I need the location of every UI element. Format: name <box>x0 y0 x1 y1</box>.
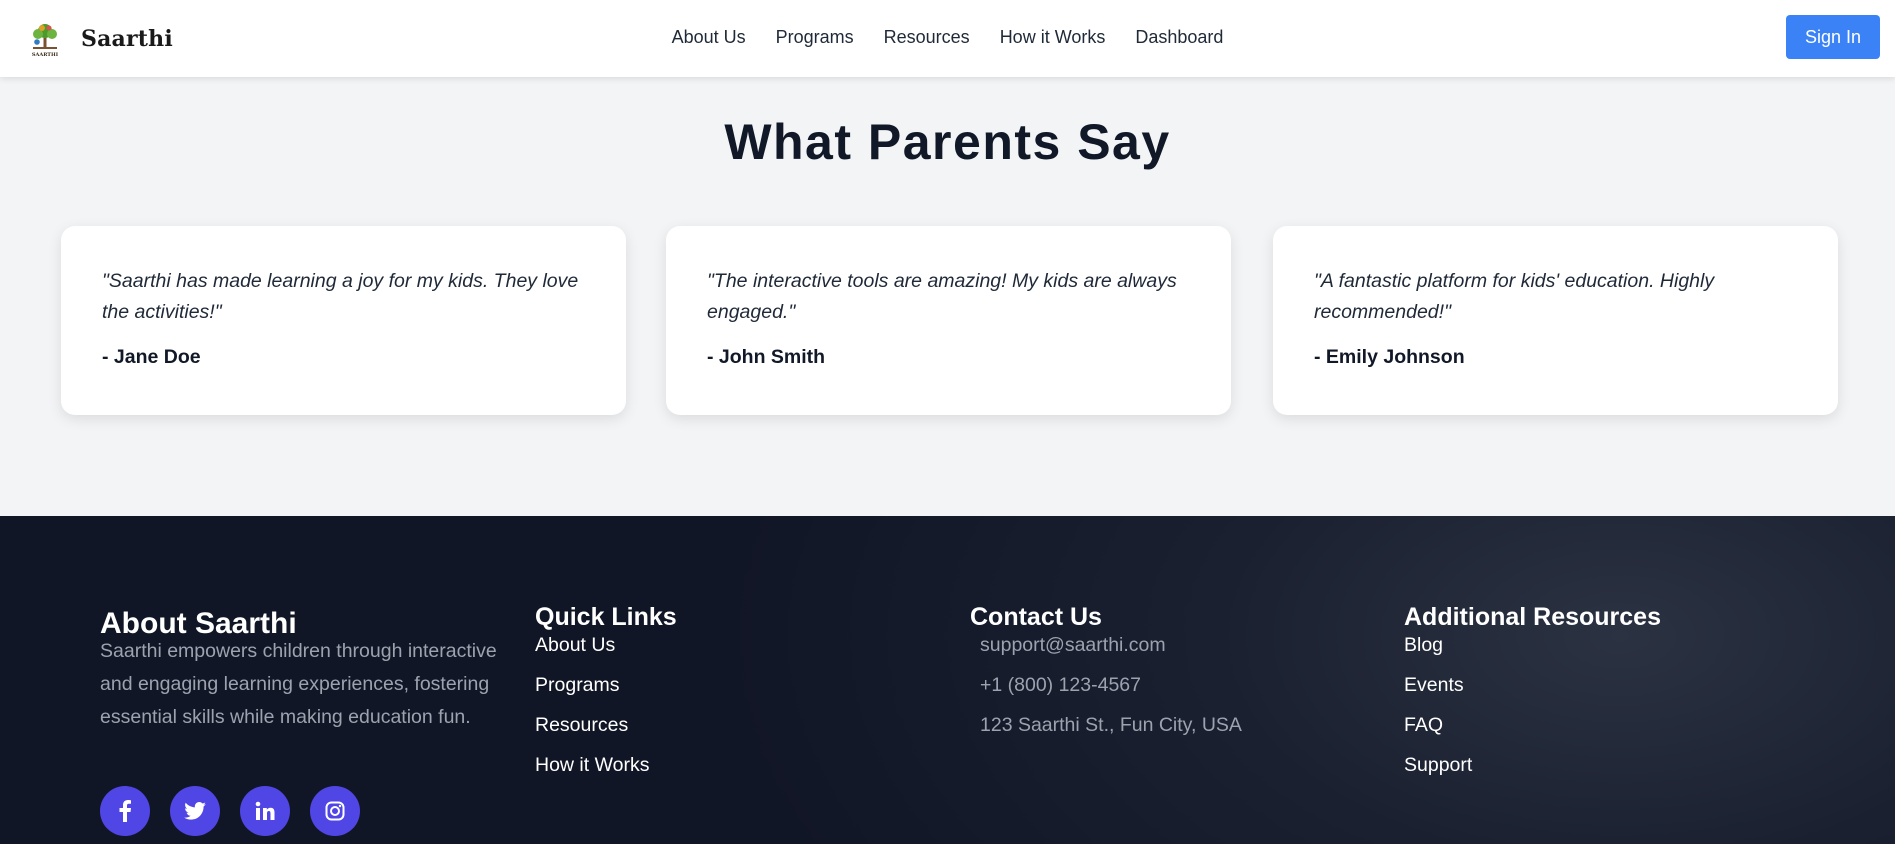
linkedin-icon <box>255 801 275 820</box>
contact-phone: +1 (800) 123-4567 <box>980 674 1141 696</box>
nav-resources[interactable]: Resources <box>884 27 970 48</box>
nav-programs[interactable]: Programs <box>776 27 854 48</box>
section-title: What Parents Say <box>724 114 1171 170</box>
site-footer: About Saarthi Saarthi empowers children … <box>0 516 1895 844</box>
facebook-icon <box>119 800 131 822</box>
testimonial-author: - Emily Johnson <box>1314 346 1465 368</box>
footer-quick-links: About Us Programs Resources How it Works <box>535 633 650 793</box>
instagram-icon <box>325 801 345 821</box>
linkedin-button[interactable] <box>240 786 290 836</box>
footer-link-support[interactable]: Support <box>1404 753 1472 777</box>
contact-address: 123 Saarthi St., Fun City, USA <box>980 714 1242 736</box>
twitter-icon <box>184 802 206 820</box>
testimonial-author: - Jane Doe <box>102 346 201 368</box>
social-links <box>100 786 360 836</box>
contact-email: support@saarthi.com <box>980 634 1166 656</box>
footer-link-faq[interactable]: FAQ <box>1404 713 1472 737</box>
testimonial-card: "Saarthi has made learning a joy for my … <box>61 226 626 415</box>
testimonial-quote: "Saarthi has made learning a joy for my … <box>102 270 579 323</box>
footer-contact-list: support@saarthi.com +1 (800) 123-4567 12… <box>970 633 1242 753</box>
nav-how-it-works[interactable]: How it Works <box>1000 27 1106 48</box>
main-nav: About Us Programs Resources How it Works… <box>0 0 1895 74</box>
footer-resources-title: Additional Resources <box>1404 603 1661 631</box>
facebook-button[interactable] <box>100 786 150 836</box>
footer-resources-list: Blog Events FAQ Support <box>1404 633 1472 793</box>
testimonial-card: "A fantastic platform for kids' educatio… <box>1273 226 1838 415</box>
footer-link-blog[interactable]: Blog <box>1404 633 1472 657</box>
footer-link-events[interactable]: Events <box>1404 673 1472 697</box>
twitter-button[interactable] <box>170 786 220 836</box>
footer-link-programs[interactable]: Programs <box>535 673 650 697</box>
sign-in-button[interactable]: Sign In <box>1786 15 1880 59</box>
footer-contact-title: Contact Us <box>970 603 1102 631</box>
testimonial-quote: "The interactive tools are amazing! My k… <box>707 270 1177 323</box>
footer-link-resources[interactable]: Resources <box>535 713 650 737</box>
testimonial-card: "The interactive tools are amazing! My k… <box>666 226 1231 415</box>
nav-dashboard[interactable]: Dashboard <box>1135 27 1223 48</box>
footer-about-text: Saarthi empowers children through intera… <box>100 640 497 728</box>
instagram-button[interactable] <box>310 786 360 836</box>
nav-about-us[interactable]: About Us <box>672 27 746 48</box>
footer-link-about-us[interactable]: About Us <box>535 633 650 657</box>
testimonial-author: - John Smith <box>707 346 826 368</box>
footer-link-how-it-works[interactable]: How it Works <box>535 753 650 777</box>
testimonial-quote: "A fantastic platform for kids' educatio… <box>1314 270 1715 323</box>
site-header: SAARTHI Saarthi About Us Programs Resour… <box>0 0 1895 77</box>
footer-quick-links-title: Quick Links <box>535 603 677 631</box>
